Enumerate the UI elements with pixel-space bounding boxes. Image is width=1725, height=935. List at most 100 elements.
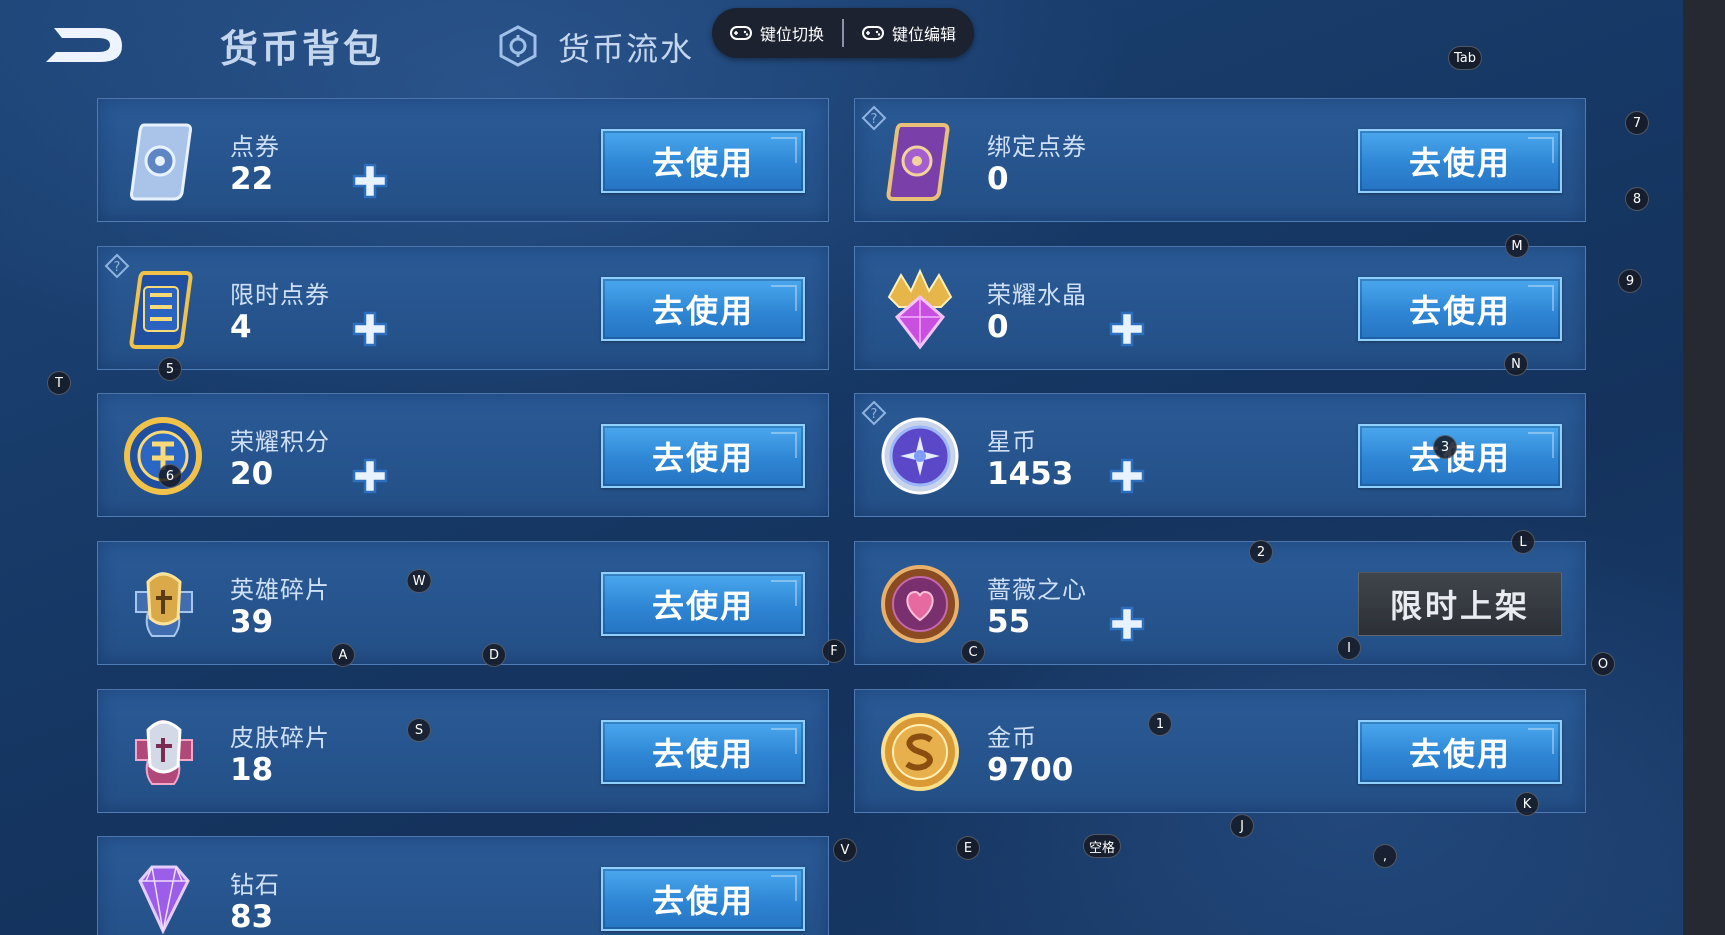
add-currency-button[interactable]	[1105, 602, 1149, 646]
keymap-badge: 5	[158, 357, 182, 381]
currency-card: 荣耀水晶 0 去使用	[854, 246, 1586, 370]
currency-amount: 22	[230, 161, 274, 197]
currency-name: 星币	[987, 428, 1037, 456]
currency-name: 金币	[987, 724, 1037, 752]
bound-ticket-icon	[886, 123, 950, 201]
use-button[interactable]: 去使用	[1358, 277, 1562, 341]
currency-card: ? 限时点券 4 去使用	[97, 246, 829, 370]
game-screen: 货币背包 货币流水 键位切换 键位编辑 点券 22 去使用 ? 绑定点券 0 去…	[0, 0, 1683, 935]
keymap-edit-button[interactable]: 键位编辑	[844, 8, 974, 58]
currency-name: 荣耀水晶	[987, 281, 1087, 309]
use-button[interactable]: 去使用	[1358, 129, 1562, 193]
use-button[interactable]: 去使用	[601, 424, 805, 488]
keymap-badge: V	[833, 838, 857, 862]
gamepad-icon	[729, 26, 752, 40]
keymap-badge: 3	[1433, 435, 1457, 459]
currency-amount: 83	[230, 899, 274, 935]
keymap-switch-button[interactable]: 键位切换	[712, 8, 842, 58]
use-button[interactable]: 去使用	[601, 277, 805, 341]
keymap-toolbar: 键位切换 键位编辑	[712, 8, 974, 58]
keymap-badge: 空格	[1082, 834, 1122, 858]
diamond-icon	[138, 865, 190, 935]
currency-amount: 1453	[987, 456, 1074, 492]
keymap-badge: 6	[158, 464, 182, 488]
currency-amount: 9700	[987, 752, 1074, 788]
keymap-switch-label: 键位切换	[759, 25, 824, 44]
keymap-badge: F	[822, 639, 846, 663]
svg-text:?: ?	[114, 260, 121, 275]
use-button[interactable]: 去使用	[1358, 720, 1562, 784]
tab-currency-flow[interactable]: 货币流水	[558, 24, 694, 70]
currency-card: 皮肤碎片 18 去使用	[97, 689, 829, 813]
keymap-badge: 7	[1625, 111, 1649, 135]
currency-amount: 55	[987, 604, 1031, 640]
add-currency-button[interactable]	[1105, 307, 1149, 351]
keymap-badge: 9	[1618, 269, 1642, 293]
svg-text:?: ?	[871, 407, 878, 422]
currency-name: 绑定点券	[987, 133, 1087, 161]
keymap-badge: M	[1505, 234, 1529, 258]
currency-name: 钻石	[230, 871, 280, 899]
currency-card: 金币 9700 去使用	[854, 689, 1586, 813]
keymap-badge: S	[407, 718, 431, 742]
keymap-badge: 1	[1148, 712, 1172, 736]
currency-amount: 4	[230, 309, 252, 345]
currency-card: 英雄碎片 39 去使用	[97, 541, 829, 665]
currency-card: 点券 22 去使用	[97, 98, 829, 222]
keymap-badge: K	[1515, 792, 1539, 816]
limited-ticket-icon	[129, 271, 193, 349]
keymap-edit-label: 键位编辑	[891, 25, 956, 44]
keymap-badge: A	[331, 643, 355, 667]
keymap-badge: Tab	[1447, 46, 1483, 70]
use-button[interactable]: 去使用	[601, 129, 805, 193]
glory-crystal-icon	[887, 268, 953, 350]
keymap-badge: T	[47, 371, 71, 395]
keymap-badge: E	[956, 836, 980, 860]
limited-release-button: 限时上架	[1358, 572, 1562, 636]
currency-name: 蔷薇之心	[987, 576, 1087, 604]
currency-name: 皮肤碎片	[230, 724, 330, 752]
add-currency-button[interactable]	[348, 307, 392, 351]
use-button[interactable]: 去使用	[601, 720, 805, 784]
ticket-icon	[130, 123, 192, 201]
currency-card: 钻石 83 去使用	[97, 836, 829, 935]
keymap-badge: N	[1504, 352, 1528, 376]
keymap-badge: L	[1511, 530, 1535, 554]
keymap-badge: 2	[1249, 540, 1273, 564]
page-title: 货币背包	[220, 27, 385, 71]
keymap-badge: ,	[1373, 844, 1397, 868]
currency-card: ? 绑定点券 0 去使用	[854, 98, 1586, 222]
back-button[interactable]	[40, 20, 130, 70]
currency-name: 荣耀积分	[230, 428, 330, 456]
window-side-strip	[1683, 0, 1725, 935]
keymap-badge: C	[961, 640, 985, 664]
use-button[interactable]: 去使用	[601, 572, 805, 636]
currency-amount: 0	[987, 309, 1009, 345]
skin-fragment-icon	[135, 720, 193, 785]
star-coin-icon	[881, 417, 959, 495]
currency-name: 限时点券	[230, 281, 330, 309]
gamepad-icon	[861, 26, 884, 40]
keymap-badge: 8	[1625, 187, 1649, 211]
use-button[interactable]: 去使用	[601, 867, 805, 931]
currency-flow-icon	[499, 25, 537, 67]
currency-card: ? 星币 1453 去使用	[854, 393, 1586, 517]
keymap-badge: D	[482, 643, 506, 667]
keymap-badge: J	[1230, 814, 1254, 838]
currency-amount: 39	[230, 604, 274, 640]
svg-text:?: ?	[871, 112, 878, 127]
currency-name: 英雄碎片	[230, 576, 330, 604]
use-button[interactable]: 去使用	[1358, 424, 1562, 488]
keymap-badge: O	[1591, 652, 1615, 676]
currency-amount: 0	[987, 161, 1009, 197]
add-currency-button[interactable]	[348, 159, 392, 203]
add-currency-button[interactable]	[1105, 454, 1149, 498]
gold-coin-icon	[881, 713, 959, 791]
currency-amount: 20	[230, 456, 274, 492]
keymap-badge: I	[1337, 636, 1361, 660]
add-currency-button[interactable]	[348, 454, 392, 498]
hero-fragment-icon	[135, 572, 193, 637]
back-arrow-icon	[46, 28, 122, 62]
currency-card: 荣耀积分 20 去使用	[97, 393, 829, 517]
rose-heart-icon	[881, 565, 959, 643]
